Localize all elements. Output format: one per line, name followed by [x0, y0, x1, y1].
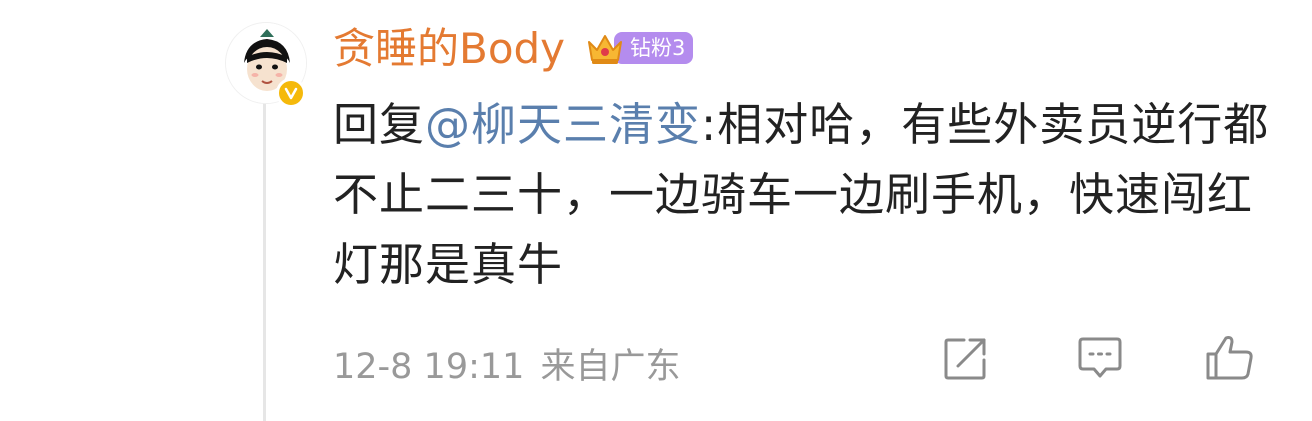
comment-icon[interactable] [1072, 330, 1128, 386]
comment-text: 回复@柳天三清变:相对哈，有些外卖员逆行都不止二三十，一边骑车一边刷手机，快速闯… [333, 90, 1283, 300]
comment-location: 来自广东 [540, 347, 681, 387]
verified-v-icon [276, 78, 306, 108]
fan-badge[interactable]: 钻粉3 [614, 32, 694, 64]
thread-line [263, 100, 266, 421]
crown-icon [588, 35, 622, 64]
comment-meta: 12-8 19:11 来自广东 [333, 342, 680, 392]
share-icon[interactable] [938, 330, 994, 386]
reply-prefix: 回复 [333, 98, 426, 151]
like-icon[interactable] [1202, 330, 1258, 386]
username[interactable]: 贪睡的Body [333, 22, 565, 76]
comment-time: 12-8 19:11 [333, 347, 525, 387]
mention-link[interactable]: @柳天三清变 [425, 98, 701, 151]
